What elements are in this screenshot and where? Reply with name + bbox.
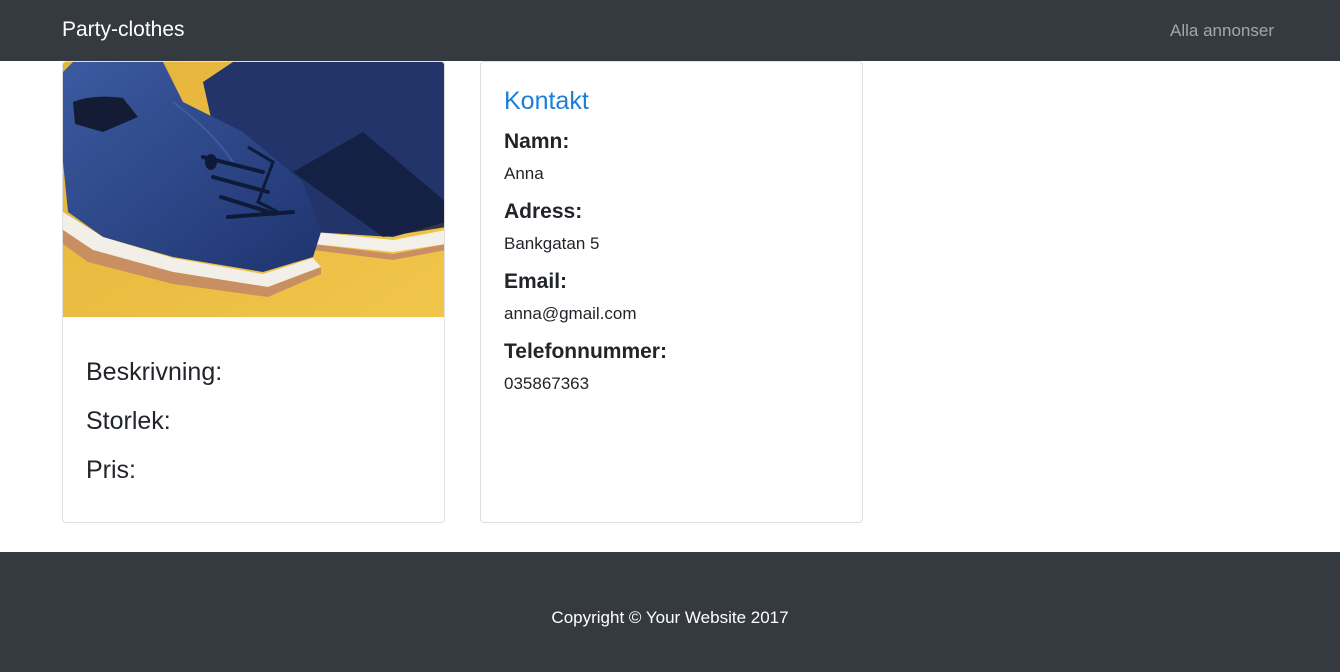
product-fields: Beskrivning: Storlek: Pris:	[86, 357, 222, 504]
name-value: Anna	[504, 164, 544, 183]
size-label: Storlek:	[86, 407, 171, 435]
navbar: Party-clothes Alla annonser	[0, 0, 1340, 61]
footer: Copyright © Your Website 2017	[0, 552, 1340, 672]
address-label: Adress:	[504, 200, 583, 223]
product-image	[63, 62, 444, 317]
contact-card: Kontakt Namn: Anna Adress: Bankgatan 5 E…	[480, 61, 863, 523]
email-value: anna@gmail.com	[504, 304, 637, 323]
price-label: Pris:	[86, 456, 136, 484]
product-card: Beskrivning: Storlek: Pris:	[62, 61, 445, 523]
nav-link-all-ads[interactable]: Alla annonser	[1170, 19, 1274, 43]
contact-body: Kontakt Namn: Anna Adress: Bankgatan 5 E…	[504, 84, 667, 408]
brand-link[interactable]: Party-clothes	[62, 16, 185, 44]
email-label: Email:	[504, 270, 568, 293]
address-value: Bankgatan 5	[504, 234, 600, 253]
phone-label: Telefonnummer:	[504, 340, 667, 363]
name-label: Namn:	[504, 130, 570, 153]
contact-title: Kontakt	[504, 87, 589, 115]
copyright-text: Copyright © Your Website 2017	[551, 608, 789, 627]
description-label: Beskrivning:	[86, 358, 223, 386]
phone-value: 035867363	[504, 374, 590, 393]
